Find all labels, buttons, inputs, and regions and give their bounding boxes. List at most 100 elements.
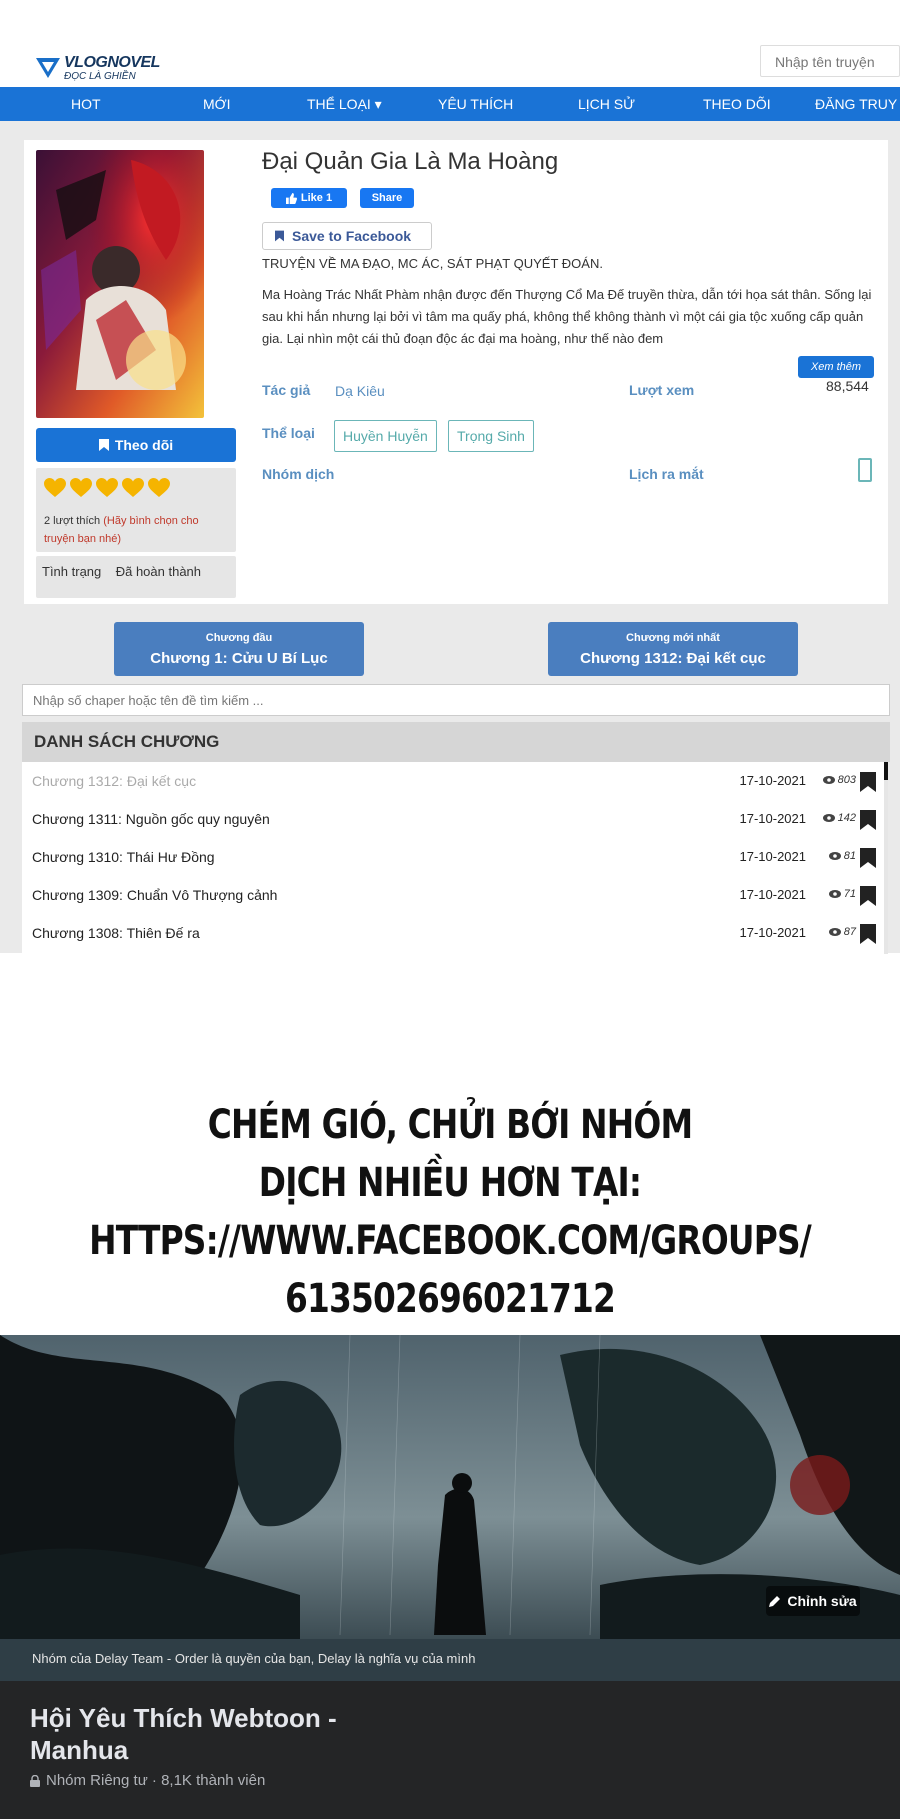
chapter-views: 81 <box>828 850 856 862</box>
nav-genres[interactable]: THỂ LOẠI ▾ <box>307 87 382 121</box>
group-privacy-members: Nhóm Riêng tư · 8,1K thành viên <box>46 1772 266 1789</box>
story-description: Ma Hoàng Trác Nhất Phàm nhận được đến Th… <box>262 287 872 346</box>
views-count: 88,544 <box>826 378 869 394</box>
rating-box: 2 lượt thích (Hãy bình chọn cho truyện b… <box>36 468 236 552</box>
eye-icon <box>828 928 841 936</box>
bookmark-icon[interactable] <box>860 924 876 944</box>
edit-cover-button[interactable]: Chỉnh sửa <box>766 1586 860 1616</box>
chapter-views: 71 <box>828 888 856 900</box>
eye-icon <box>822 776 835 784</box>
chapter-name[interactable]: Chương 1312: Đại kết cục <box>32 773 196 789</box>
chapter-view-count: 142 <box>837 812 856 824</box>
fb-like-button[interactable]: Like 1 <box>271 188 347 208</box>
chapter-row[interactable]: Chương 1312: Đại kết cục 17-10-2021 803 <box>22 762 882 800</box>
logo-icon <box>36 58 60 78</box>
follow-button[interactable]: Theo dõi <box>36 428 236 462</box>
chapter-row[interactable]: Chương 1311: Nguồn gốc quy nguyên 17-10-… <box>22 800 882 838</box>
story-tagline: TRUYỆN VỀ MA ĐẠO, MC ÁC, SÁT PHẠT QUYẾT … <box>262 256 603 271</box>
chapter-row[interactable]: Chương 1308: Thiên Đế ra 17-10-2021 87 <box>22 914 882 952</box>
chapter-list-heading: DANH SÁCH CHƯƠNG <box>22 722 890 762</box>
status-value: Đã hoàn thành <box>115 564 202 579</box>
main-nav: HOT MỚI THỂ LOẠI ▾ YÊU THÍCH LỊCH SỬ THE… <box>0 87 900 121</box>
chapter-row[interactable]: Chương 1309: Chuẩn Vô Thượng cảnh 17-10-… <box>22 876 882 914</box>
latest-chapter-title: Chương 1312: Đại kết cục <box>580 650 766 667</box>
chapter-view-count: 87 <box>843 926 856 938</box>
genre-label: Thể loại <box>262 425 315 441</box>
likes-count: 2 lượt thích <box>44 515 101 527</box>
chapter-view-count: 803 <box>837 774 856 786</box>
first-chapter-caption: Chương đầu <box>205 632 273 644</box>
chapter-name[interactable]: Chương 1309: Chuẩn Vô Thượng cảnh <box>32 887 277 903</box>
heart-icon[interactable] <box>44 478 66 498</box>
fb-share-button[interactable]: Share <box>360 188 414 208</box>
chapter-list: Chương 1312: Đại kết cục 17-10-2021 803 … <box>22 762 888 954</box>
chapter-row[interactable]: Chương 1310: Thái Hư Đồng 17-10-2021 81 <box>22 838 882 876</box>
chapter-views: 803 <box>822 774 856 786</box>
author-link[interactable]: Dạ Kiêu <box>335 383 385 399</box>
phone-icon[interactable] <box>858 458 872 482</box>
chapter-views: 87 <box>828 926 856 938</box>
author-label: Tác giả <box>262 382 311 398</box>
status-box: Tình trạng Đã hoàn thành <box>36 556 236 598</box>
group-caption: Nhóm của Delay Team - Order là quyền của… <box>0 1639 900 1681</box>
first-chapter-title: Chương 1: Cửu U Bí Lục <box>150 650 328 667</box>
story-search-input[interactable]: Nhập tên truyện <box>760 45 900 77</box>
chapter-search-input[interactable]: Nhập số chaper hoặc tên đề tìm kiếm ... <box>22 684 890 716</box>
likes-text: 2 lượt thích (Hãy bình chọn cho truyện b… <box>44 512 230 548</box>
save-to-facebook-label: Save to Facebook <box>292 228 412 244</box>
bookmark-icon <box>275 230 284 242</box>
promo-text: CHÉM GIÓ, CHỬI BỚI NHÓM DỊCH NHIỀU HƠN T… <box>81 1096 819 1328</box>
release-schedule-label: Lịch ra mắt <box>629 466 704 482</box>
promo-line: 613502696021712 <box>284 1276 616 1322</box>
nav-following[interactable]: THEO DÕI <box>703 87 771 121</box>
save-to-facebook-button[interactable]: Save to Facebook <box>262 222 432 250</box>
status-label: Tình trạng <box>42 564 102 579</box>
chapter-name[interactable]: Chương 1311: Nguồn gốc quy nguyên <box>32 811 270 827</box>
bookmark-icon[interactable] <box>860 886 876 906</box>
bookmark-icon <box>98 439 109 451</box>
eye-icon <box>828 890 841 898</box>
heart-icon[interactable] <box>70 478 92 498</box>
logo-text: VLOGNOVEL <box>64 54 160 71</box>
chapter-name[interactable]: Chương 1310: Thái Hư Đồng <box>32 849 215 865</box>
thumbs-up-icon <box>285 192 297 204</box>
chapter-view-count: 81 <box>843 850 856 862</box>
logo-tagline: ĐỌC LÀ GHIỀN <box>64 71 136 82</box>
chapter-date: 17-10-2021 <box>739 887 807 902</box>
heart-icon[interactable] <box>96 478 118 498</box>
nav-new[interactable]: MỚI <box>203 87 231 121</box>
read-more-button[interactable]: Xem thêm <box>798 356 874 378</box>
genre-tag[interactable]: Huyền Huyễn <box>334 420 437 452</box>
heart-icon[interactable] <box>122 478 144 498</box>
nav-history[interactable]: LỊCH SỬ <box>578 87 635 121</box>
chapter-list-scrollbar[interactable] <box>884 762 888 954</box>
chapter-date: 17-10-2021 <box>739 925 807 940</box>
nav-register[interactable]: ĐĂNG TRUY <box>815 87 897 121</box>
chapter-list-scroll-thumb[interactable] <box>884 762 888 780</box>
nav-hot[interactable]: HOT <box>71 87 101 121</box>
bookmark-icon[interactable] <box>860 810 876 830</box>
views-label: Lượt xem <box>629 382 695 398</box>
chapter-date: 17-10-2021 <box>739 773 807 788</box>
latest-chapter-button[interactable]: Chương mới nhất Chương 1312: Đại kết cục <box>548 622 798 676</box>
bookmark-icon[interactable] <box>860 772 876 792</box>
heart-icon[interactable] <box>148 478 170 498</box>
promo-line: CHÉM GIÓ, CHỬI BỚI NHÓM <box>207 1102 693 1148</box>
group-title[interactable]: Hội Yêu Thích Webtoon - Manhua <box>30 1702 390 1766</box>
follow-button-label: Theo dõi <box>114 437 174 453</box>
first-chapter-button[interactable]: Chương đầu Chương 1: Cửu U Bí Lục <box>114 622 364 676</box>
group-cover-image <box>0 1335 900 1639</box>
genre-tag[interactable]: Trọng Sinh <box>448 420 534 452</box>
story-title: Đại Quản Gia Là Ma Hoàng <box>262 148 559 175</box>
group-subtitle: Nhóm Riêng tư · 8,1K thành viên <box>30 1772 265 1789</box>
site-logo[interactable]: VLOGNOVEL ĐỌC LÀ GHIỀN <box>34 52 174 82</box>
bookmark-icon[interactable] <box>860 848 876 868</box>
eye-icon <box>822 814 835 822</box>
story-cover-image[interactable] <box>36 150 204 418</box>
pencil-icon <box>769 1596 781 1607</box>
nav-favorites[interactable]: YÊU THÍCH <box>438 87 513 121</box>
top-margin <box>0 0 900 50</box>
chapter-views: 142 <box>822 812 856 824</box>
translation-group-label: Nhóm dịch <box>262 466 335 482</box>
chapter-name[interactable]: Chương 1308: Thiên Đế ra <box>32 925 200 941</box>
